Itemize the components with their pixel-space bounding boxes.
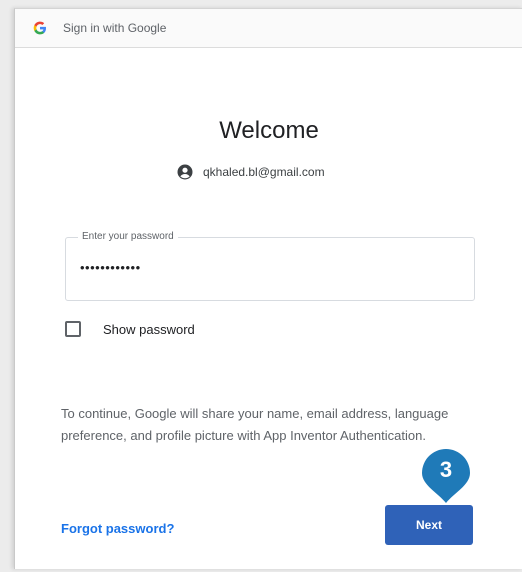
title-bar: Sign in with Google [15, 9, 522, 48]
window-title: Sign in with Google [63, 21, 167, 35]
password-label: Enter your password [78, 231, 178, 242]
account-chip[interactable]: qkhaled.bl@gmail.com [177, 161, 325, 183]
sign-in-window: Sign in with Google Welcome qkhaled.bl@g… [14, 8, 522, 569]
next-button[interactable]: Next [385, 505, 473, 545]
account-circle-icon [177, 164, 193, 180]
consent-info-text: To continue, Google will share your name… [61, 406, 449, 443]
password-field[interactable]: Enter your password •••••••••••• [65, 231, 475, 301]
forgot-password-link[interactable]: Forgot password? [61, 521, 174, 536]
show-password-row[interactable]: Show password [65, 317, 195, 341]
show-password-label[interactable]: Show password [103, 322, 195, 337]
google-logo-icon [33, 21, 46, 35]
account-email: qkhaled.bl@gmail.com [203, 165, 325, 179]
show-password-checkbox[interactable] [65, 321, 81, 337]
step-marker-number: 3 [439, 457, 453, 482]
password-value[interactable]: •••••••••••• [80, 260, 141, 275]
page-title: Welcome [219, 117, 319, 144]
